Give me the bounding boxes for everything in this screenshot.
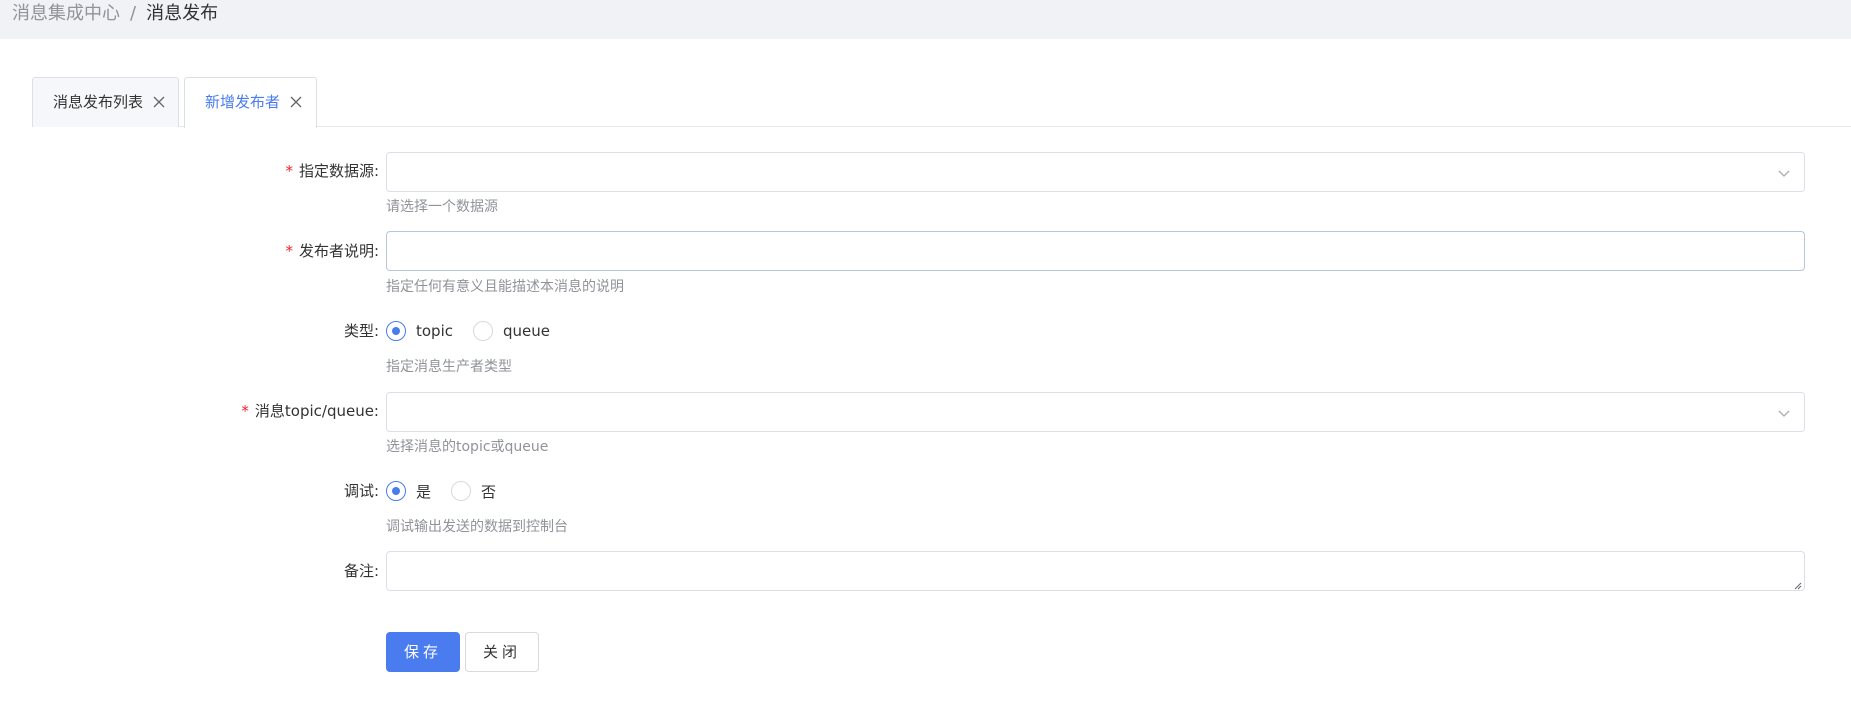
destination-select[interactable] bbox=[386, 392, 1805, 432]
datasource-hint: 请选择一个数据源 bbox=[386, 199, 498, 215]
debug-radio-yes[interactable]: 是 bbox=[386, 481, 431, 502]
chevron-down-icon bbox=[1776, 405, 1792, 421]
datasource-label: * 指定数据源: bbox=[285, 162, 379, 180]
tab-publish-list[interactable]: 消息发布列表 bbox=[32, 77, 179, 127]
close-icon[interactable] bbox=[153, 96, 165, 108]
description-hint: 指定任何有意义且能描述本消息的说明 bbox=[386, 279, 624, 295]
breadcrumb-separator: / bbox=[130, 3, 137, 24]
required-marker: * bbox=[285, 242, 293, 260]
radio-checked-icon bbox=[386, 321, 406, 341]
debug-radio-group: 是 否 bbox=[386, 480, 516, 502]
radio-unchecked-icon bbox=[451, 481, 472, 501]
tab-label: 新增发布者 bbox=[205, 93, 281, 111]
datasource-select[interactable] bbox=[386, 152, 1805, 192]
type-hint: 指定消息生产者类型 bbox=[386, 359, 512, 375]
tab-label: 消息发布列表 bbox=[53, 93, 144, 111]
description-input[interactable] bbox=[386, 231, 1805, 271]
type-radio-group: topic queue bbox=[386, 320, 570, 342]
breadcrumb-parent-link[interactable]: 消息集成中心 bbox=[12, 3, 120, 24]
top-bar: 消息集成中心 / 消息发布 bbox=[0, 0, 1851, 39]
type-label: 类型: bbox=[343, 322, 379, 340]
description-label: * 发布者说明: bbox=[285, 242, 379, 260]
debug-radio-no[interactable]: 否 bbox=[451, 481, 496, 502]
type-radio-queue[interactable]: queue bbox=[473, 321, 550, 341]
destination-label: * 消息topic/queue: bbox=[241, 402, 379, 420]
radio-unchecked-icon bbox=[473, 321, 493, 341]
save-button[interactable]: 保存 bbox=[386, 632, 460, 672]
required-marker: * bbox=[285, 162, 293, 180]
breadcrumb-current: 消息发布 bbox=[146, 3, 219, 24]
debug-label: 调试: bbox=[343, 482, 379, 500]
breadcrumb: 消息集成中心 / 消息发布 bbox=[12, 3, 218, 25]
destination-hint: 选择消息的topic或queue bbox=[386, 439, 549, 455]
resize-handle-icon[interactable] bbox=[1792, 578, 1802, 590]
radio-checked-icon bbox=[386, 481, 406, 501]
type-radio-topic[interactable]: topic bbox=[386, 321, 453, 341]
chevron-down-icon bbox=[1776, 165, 1792, 181]
close-icon[interactable] bbox=[290, 96, 302, 108]
tab-bar: 消息发布列表 新增发布者 bbox=[32, 77, 1851, 128]
tab-new-publisher[interactable]: 新增发布者 bbox=[184, 77, 317, 128]
debug-hint: 调试输出发送的数据到控制台 bbox=[386, 519, 568, 535]
close-button[interactable]: 关闭 bbox=[465, 632, 539, 672]
remark-label: 备注: bbox=[343, 562, 379, 580]
required-marker: * bbox=[241, 402, 249, 420]
remark-textarea[interactable] bbox=[386, 551, 1805, 591]
